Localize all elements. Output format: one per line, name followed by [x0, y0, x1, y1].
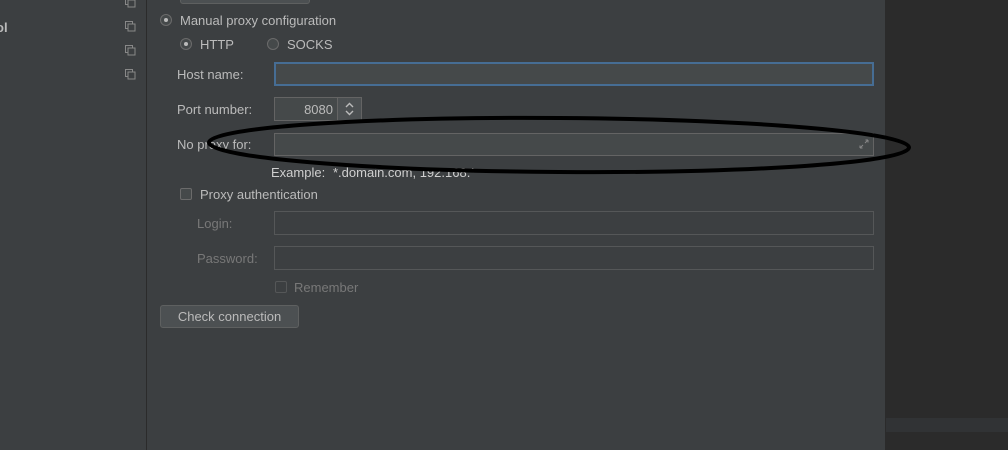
status-strip: [886, 418, 1008, 432]
copy-icon: [125, 69, 136, 80]
remember-label: Remember: [294, 280, 359, 295]
copy-icon: [125, 21, 136, 32]
example-value: *.domain.com, 192.168.*: [333, 165, 476, 180]
sidebar-item[interactable]: [0, 42, 146, 62]
manual-proxy-radio[interactable]: [160, 14, 172, 26]
expand-icon[interactable]: [859, 139, 869, 149]
sidebar-item[interactable]: [0, 0, 146, 14]
no-proxy-input[interactable]: [274, 133, 874, 156]
host-name-input[interactable]: [274, 62, 874, 86]
check-connection-button[interactable]: Check connection: [160, 305, 299, 328]
no-proxy-label: No proxy for:: [177, 137, 252, 152]
port-number-label: Port number:: [177, 102, 253, 117]
port-number-input[interactable]: 8080: [274, 97, 338, 121]
http-label: HTTP: [200, 37, 234, 52]
sidebar-item[interactable]: [0, 66, 146, 86]
proxy-auth-label: Proxy authentication: [200, 187, 318, 202]
host-name-label: Host name:: [177, 67, 244, 82]
port-stepper[interactable]: [338, 97, 362, 121]
partial-button[interactable]: [180, 0, 310, 4]
manual-proxy-label: Manual proxy configuration: [180, 13, 337, 28]
stepper-arrows-icon: [345, 102, 354, 116]
login-label: Login:: [197, 216, 233, 231]
password-label: Password:: [197, 251, 258, 266]
editor-background: [886, 0, 1008, 450]
copy-icon: [125, 45, 136, 56]
copy-icon: [125, 0, 136, 8]
sidebar-item-label: ol: [0, 20, 8, 35]
port-number-value: 8080: [304, 102, 333, 117]
login-input[interactable]: [274, 211, 874, 235]
remember-checkbox[interactable]: [275, 281, 287, 293]
proxy-auth-checkbox[interactable]: [180, 188, 192, 200]
sidebar-item[interactable]: ol: [0, 18, 146, 38]
password-input[interactable]: [274, 246, 874, 270]
socks-radio[interactable]: [267, 38, 279, 50]
socks-label: SOCKS: [287, 37, 333, 52]
example-label: Example:: [271, 165, 326, 180]
http-radio[interactable]: [180, 38, 192, 50]
settings-sidebar: ol: [0, 0, 147, 450]
